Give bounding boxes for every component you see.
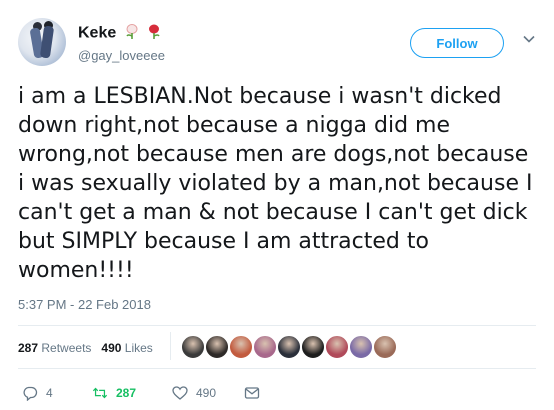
tweet-timestamp[interactable]: 5:37 PM - 22 Feb 2018 — [18, 297, 151, 312]
reply-count: 4 — [46, 386, 53, 400]
divider — [18, 325, 536, 326]
like-count: 490 — [196, 386, 217, 400]
liker-avatar[interactable] — [180, 334, 206, 360]
retweet-button[interactable]: 287 — [92, 383, 136, 403]
red-rose-icon — [147, 24, 161, 43]
chevron-down-icon[interactable] — [522, 32, 536, 46]
reply-button[interactable]: 4 — [22, 383, 53, 403]
avatar[interactable] — [18, 18, 66, 66]
follow-button[interactable]: Follow — [410, 28, 504, 58]
likes-count: 490 — [101, 341, 122, 355]
liker-avatar[interactable] — [252, 334, 278, 360]
liker-avatar[interactable] — [276, 334, 302, 360]
retweet-count: 287 — [116, 386, 137, 400]
direct-message-button[interactable] — [244, 383, 260, 403]
retweets-stat[interactable]: 287 Retweets — [18, 341, 91, 355]
retweets-label: Retweets — [41, 341, 92, 355]
reply-icon — [23, 386, 38, 401]
liker-avatar[interactable] — [372, 334, 398, 360]
likers-avatars — [180, 334, 398, 360]
display-name[interactable]: Keke — [78, 25, 116, 42]
retweets-count: 287 — [18, 341, 39, 355]
tweet-text: i am a LESBIAN.Not because i wasn't dick… — [18, 84, 533, 283]
tweet-header: Keke @gay_loveeee Follow — [18, 18, 538, 78]
user-name-wrap[interactable]: Keke — [78, 24, 161, 43]
white-rose-icon — [125, 24, 139, 43]
liker-avatar[interactable] — [324, 334, 350, 360]
like-button[interactable]: 490 — [172, 383, 216, 403]
tweet-stats: 287 Retweets 490 Likes — [18, 341, 153, 355]
liker-avatar[interactable] — [300, 334, 326, 360]
retweet-icon — [92, 387, 108, 399]
likes-label: Likes — [124, 341, 153, 355]
heart-icon — [172, 386, 188, 400]
liker-avatar[interactable] — [348, 334, 374, 360]
divider — [18, 368, 536, 369]
stats-separator — [170, 332, 171, 360]
liker-avatar[interactable] — [204, 334, 230, 360]
liker-avatar[interactable] — [228, 334, 254, 360]
envelope-icon — [244, 387, 260, 399]
user-handle[interactable]: @gay_loveeee — [78, 48, 165, 63]
likes-stat[interactable]: 490 Likes — [101, 341, 152, 355]
